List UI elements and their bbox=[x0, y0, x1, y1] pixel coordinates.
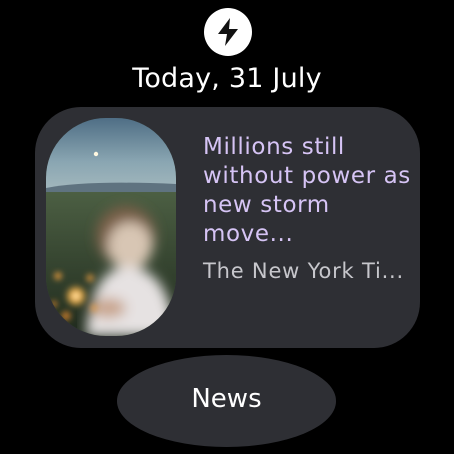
article-text: Millions still without power as new stor… bbox=[203, 133, 415, 285]
news-button-label: News bbox=[191, 383, 262, 414]
date-title: Today, 31 July bbox=[132, 63, 322, 94]
news-button[interactable]: News bbox=[117, 355, 336, 447]
article-headline: Millions still without power as new stor… bbox=[203, 134, 411, 247]
article-thumbnail bbox=[46, 118, 176, 336]
article-source: The New York Ti... bbox=[203, 259, 405, 283]
news-article-card[interactable]: Millions still without power as new stor… bbox=[35, 107, 420, 348]
bolt-icon bbox=[204, 8, 252, 56]
bolt-glyph bbox=[218, 18, 238, 46]
